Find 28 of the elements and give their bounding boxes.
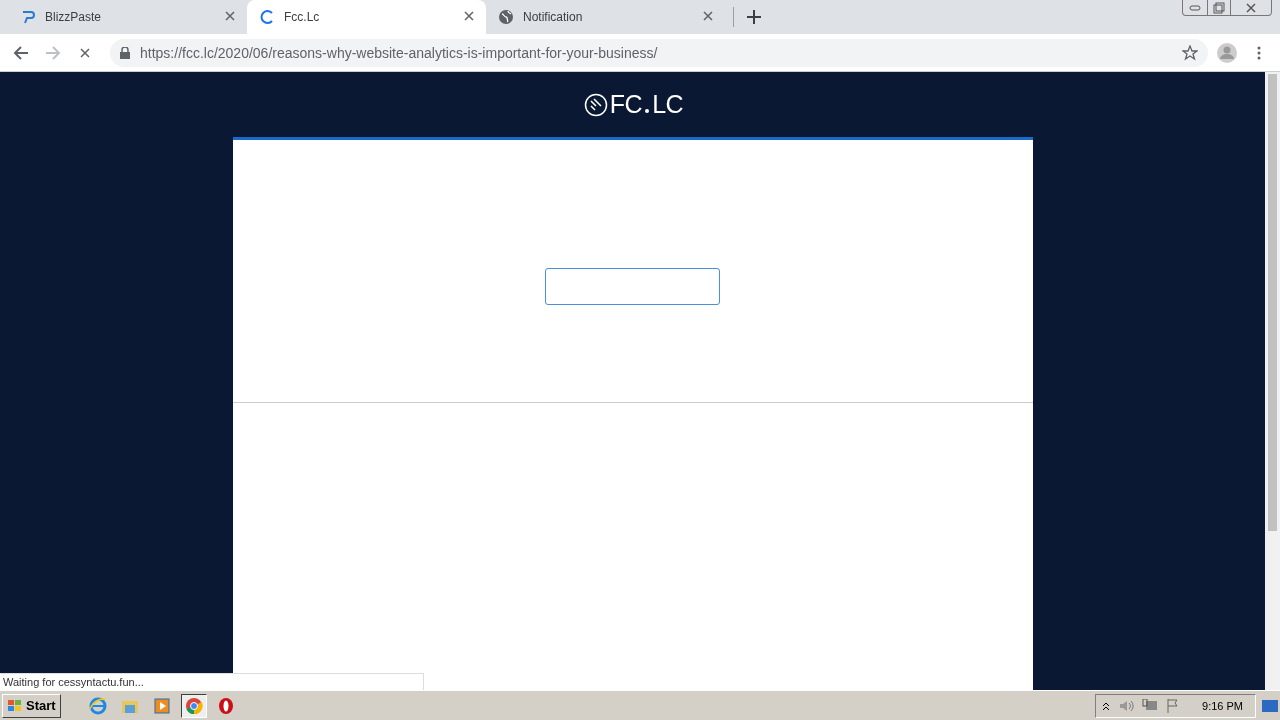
logo-text: LC [652,90,684,119]
close-icon[interactable] [703,11,715,23]
browser-tab[interactable]: Fcc.Lc [247,0,486,34]
windows-flag-icon [7,698,23,713]
p-logo-icon [20,9,36,25]
flag-icon[interactable] [1166,698,1181,713]
close-icon[interactable] [225,11,237,23]
dot-icon [644,107,651,114]
input-field[interactable] [545,267,720,305]
globe-icon [498,9,514,25]
clock[interactable]: 9:16 PM [1202,699,1243,712]
media-player-icon[interactable] [153,697,170,714]
browser-tab[interactable]: Notification [486,0,725,34]
chevron-up-icon[interactable] [1102,700,1111,711]
logo-text: FC [609,90,643,119]
speaker-icon[interactable] [1118,698,1135,713]
browser-tab[interactable]: BlizzPaste [8,0,247,34]
scrollbar[interactable] [1265,72,1280,690]
show-desktop-icon[interactable] [1262,699,1278,712]
lock-icon [120,46,130,59]
close-icon[interactable] [464,11,476,23]
logo-icon [583,92,608,117]
status-bubble: Waiting for cessyntactu.fun... [0,673,424,690]
network-icon[interactable] [1142,698,1159,713]
opera-icon[interactable] [217,696,234,715]
start-button[interactable]: Start [2,693,61,718]
address-bar[interactable]: https://fcc.lc/2020/06/reasons-why-website-analytics-is-important-for-your-business/ [110,38,1208,67]
star-icon[interactable] [1182,44,1198,61]
